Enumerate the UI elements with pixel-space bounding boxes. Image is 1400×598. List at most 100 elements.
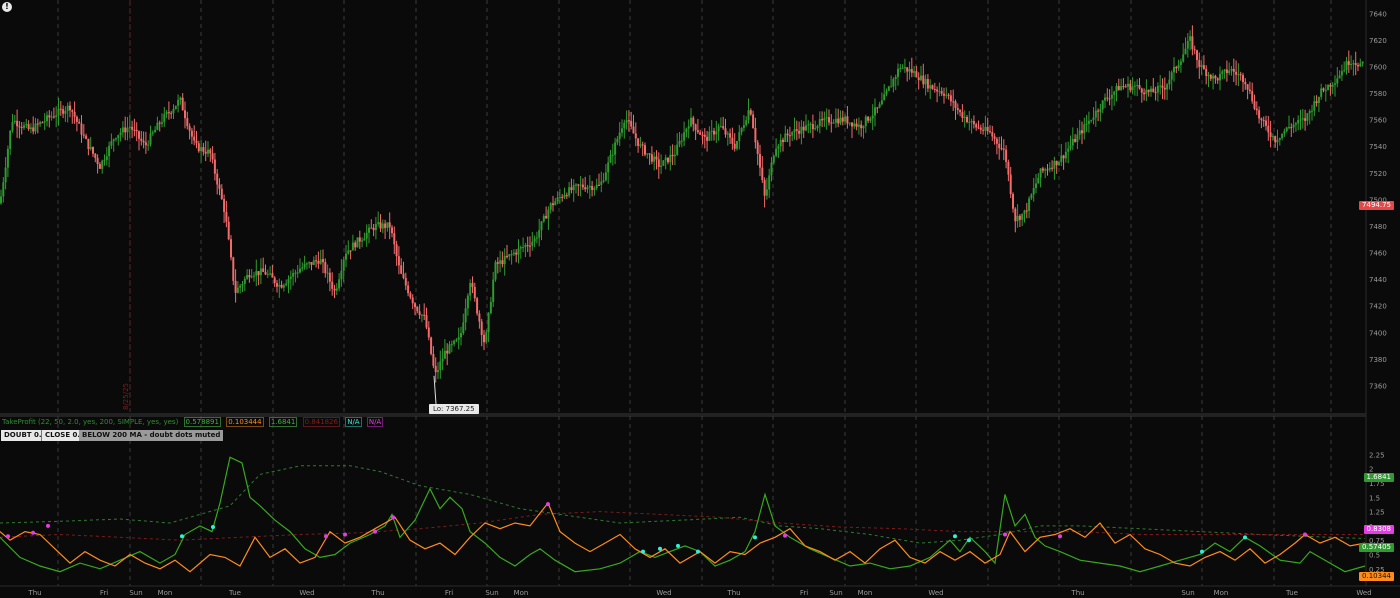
candle-body: [218, 184, 221, 189]
candle-body: [1258, 110, 1261, 119]
candle-body: [439, 361, 442, 371]
candle-body: [82, 134, 85, 136]
candle-body: [308, 262, 311, 264]
candle-body: [446, 350, 449, 354]
candle-body: [1023, 210, 1026, 214]
candle-body: [1012, 193, 1014, 209]
candle-body: [473, 286, 476, 299]
candle-body: [664, 157, 667, 161]
candle-body: [1343, 70, 1346, 72]
candle-body: [547, 209, 550, 219]
candle-body: [531, 241, 534, 246]
candle-body: [299, 268, 301, 273]
candle-body: [485, 332, 488, 343]
magenta-dot: [1303, 532, 1307, 537]
candle-body: [368, 227, 370, 233]
candle-body: [563, 195, 566, 198]
candle-body: [236, 287, 239, 293]
candle-body: [1048, 167, 1051, 170]
candle-body: [1269, 132, 1272, 137]
candle-body: [814, 128, 817, 130]
candle-body: [862, 126, 865, 129]
day-tick-label: Tue: [1285, 589, 1298, 597]
candle-body: [317, 260, 320, 264]
osc-tag-magenta: 0.8308: [1363, 525, 1394, 534]
candle-body: [517, 248, 520, 255]
candle-body: [570, 187, 573, 191]
candle-body: [448, 344, 451, 354]
candle-body: [1267, 125, 1270, 133]
candle-body: [301, 267, 304, 269]
candle-body: [924, 79, 927, 85]
candle-body: [499, 260, 502, 264]
candle-body: [487, 313, 490, 333]
candle-body: [16, 120, 19, 127]
candle-body: [1150, 88, 1152, 92]
candle-body: [89, 147, 92, 149]
magenta-dot: [1058, 534, 1062, 539]
study-label[interactable]: TakeProfit (22, 50, 2.0, yes, 200, SIMPL…: [2, 417, 386, 428]
cyan-dot: [676, 543, 680, 548]
candle-body: [1124, 86, 1127, 88]
candle-body: [535, 237, 538, 239]
candle-body: [294, 272, 297, 274]
candle-body: [1168, 79, 1171, 85]
candle-body: [434, 365, 437, 373]
candle-body: [250, 276, 253, 278]
candle-body: [29, 127, 32, 130]
candle-body: [310, 262, 313, 265]
candle-body: [144, 142, 147, 146]
candle-body: [480, 321, 483, 335]
candle-body: [529, 245, 531, 247]
candle-body: [377, 222, 380, 224]
candle-body: [466, 295, 469, 309]
candle-body: [1076, 134, 1079, 142]
candle-body: [1248, 89, 1251, 92]
candle-body: [901, 67, 904, 69]
candle-body: [759, 153, 761, 168]
osc-tick-label: 1.25: [1369, 509, 1385, 517]
candle-body: [683, 132, 686, 141]
candle-body: [945, 94, 948, 96]
candle-body: [1110, 94, 1113, 99]
candle-body: [197, 143, 200, 152]
candle-body: [354, 242, 357, 248]
candle-body: [607, 162, 610, 173]
candle-body: [66, 105, 69, 112]
candle-body: [1097, 110, 1100, 112]
osc-tick-label: 2.25: [1369, 451, 1385, 459]
candle-body: [906, 67, 909, 72]
candle-body: [995, 138, 998, 144]
candle-body: [579, 184, 582, 186]
candle-body: [966, 116, 968, 123]
candle-body: [1299, 119, 1302, 121]
candle-body: [50, 116, 53, 118]
candle-body: [678, 140, 681, 145]
candle-body: [1225, 69, 1228, 74]
candle-body: [655, 156, 658, 160]
candle-body: [540, 221, 543, 231]
candle-body: [972, 120, 975, 125]
candle-body: [933, 89, 936, 91]
candle-body: [1014, 208, 1017, 222]
candle-body: [552, 203, 554, 206]
info-icon[interactable]: !: [2, 2, 12, 12]
chart-canvas[interactable]: 8/25/25 76407620760075807560754075207500…: [0, 0, 1400, 598]
candle-body: [515, 252, 518, 255]
candle-body: [492, 279, 495, 302]
candle-body: [742, 125, 745, 128]
candle-body: [165, 112, 168, 115]
cyan-dot: [211, 525, 215, 530]
candle-body: [1242, 75, 1244, 83]
candle-body: [768, 175, 771, 190]
candle-body: [1173, 66, 1175, 73]
candle-body: [1359, 63, 1362, 67]
candle-body: [1327, 84, 1330, 91]
candle-body: [1265, 120, 1267, 126]
candle-body: [871, 115, 874, 119]
candle-body: [1018, 215, 1021, 220]
candle-body: [639, 144, 642, 146]
candle-body: [262, 268, 265, 272]
candle-body: [761, 167, 764, 180]
candle-body: [259, 268, 262, 276]
